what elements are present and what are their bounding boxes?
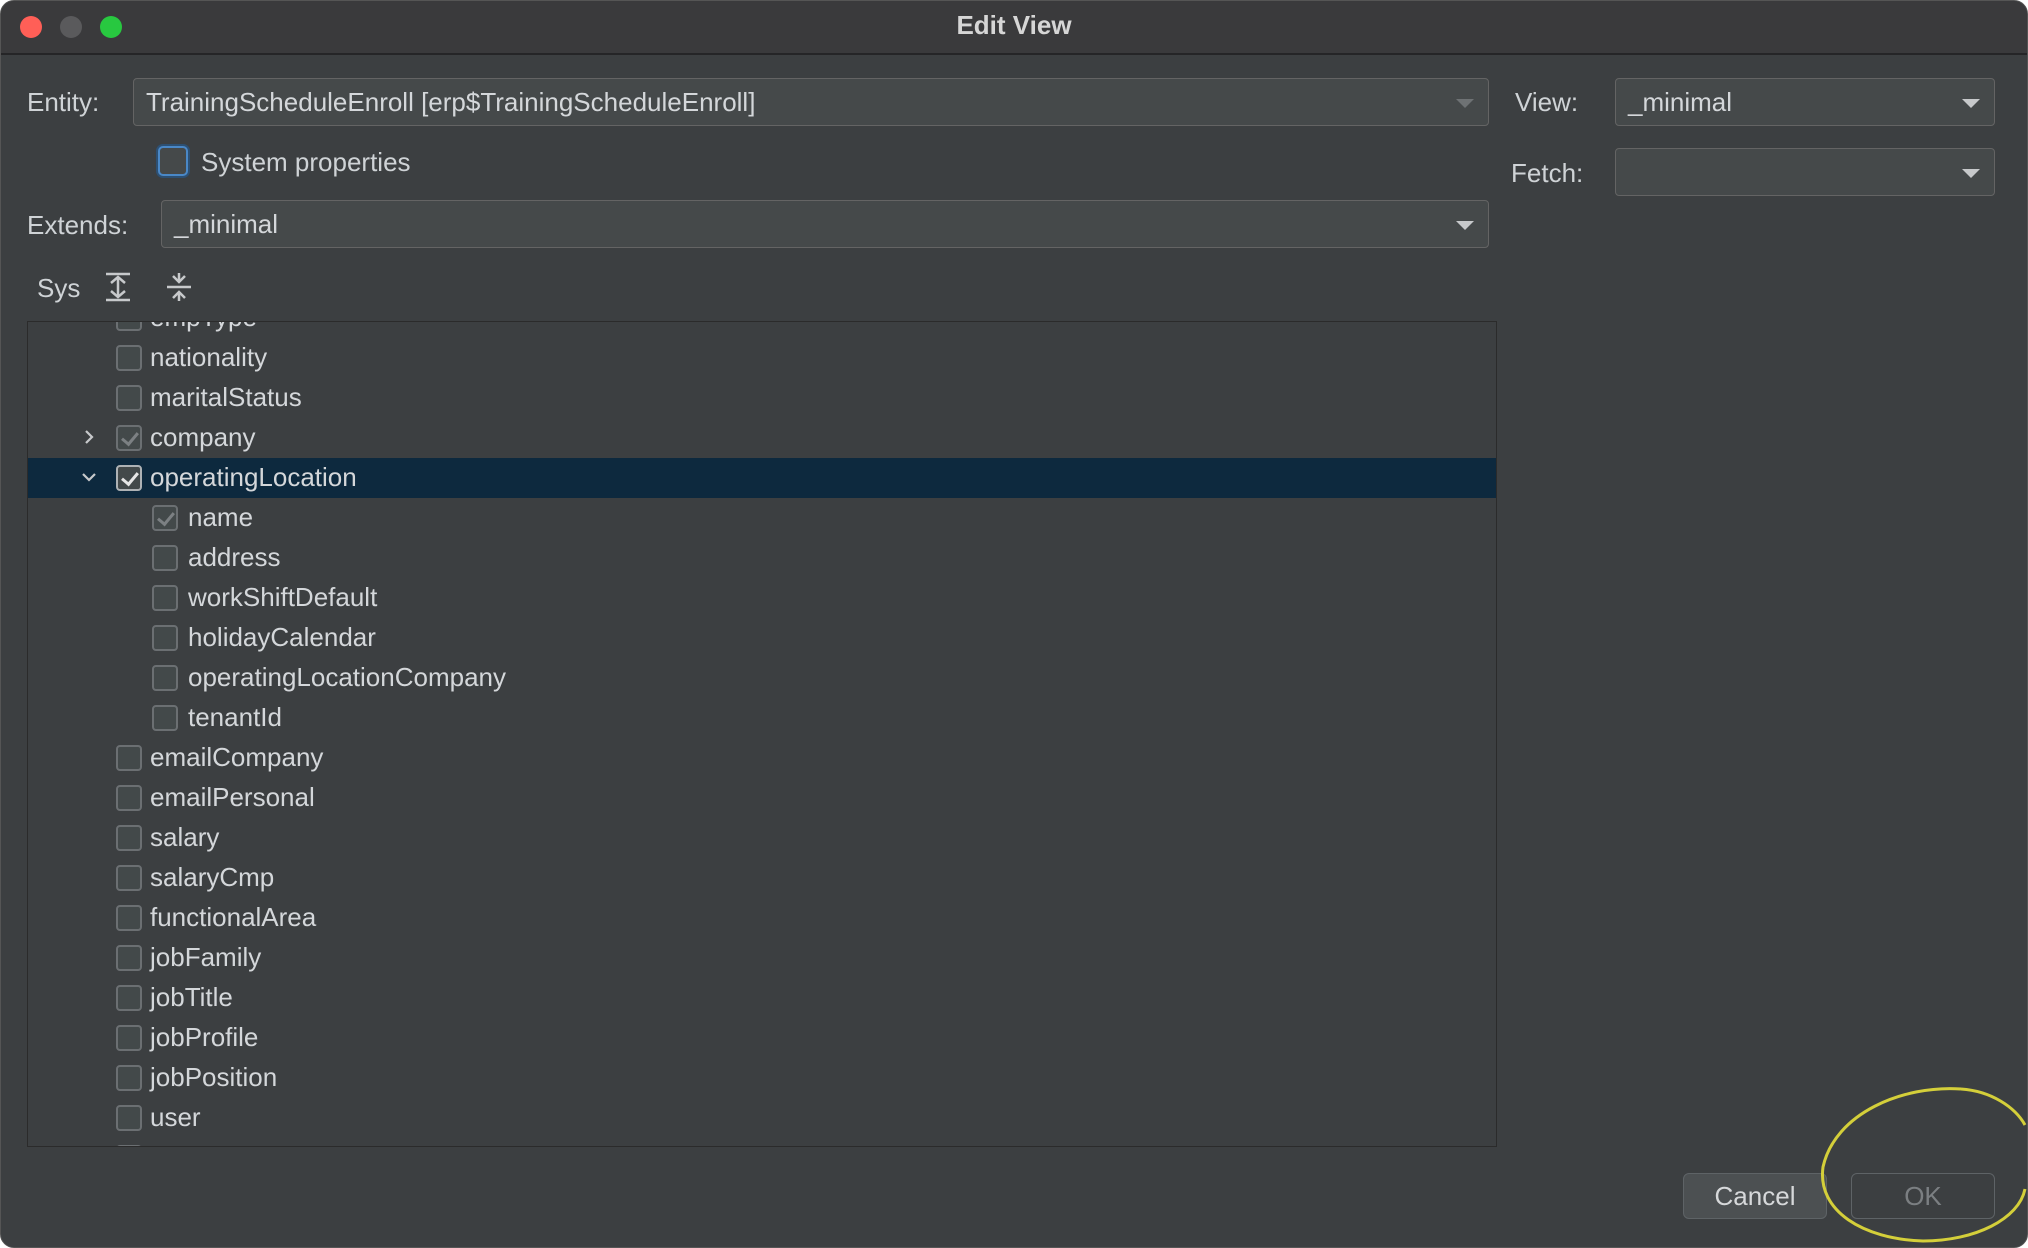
tree-row[interactable]: jobProfile xyxy=(28,1018,1496,1058)
tree-row-label: jobTitle xyxy=(150,982,233,1012)
tree-row-label: emailCompany xyxy=(150,742,324,772)
cancel-button[interactable]: Cancel xyxy=(1683,1173,1827,1219)
tree-checkbox[interactable] xyxy=(152,505,178,531)
tree-checkbox[interactable] xyxy=(116,785,142,811)
tree-row-label: address xyxy=(188,542,281,572)
entity-value: TrainingScheduleEnroll [erp$TrainingSche… xyxy=(146,87,756,117)
tree-row-label: salary xyxy=(150,822,220,852)
entity-label: Entity: xyxy=(27,87,100,117)
fetch-label: Fetch: xyxy=(1511,158,1584,188)
tree-checkbox[interactable] xyxy=(152,665,178,691)
system-properties-checkbox[interactable] xyxy=(158,146,188,176)
tree-row[interactable]: operatingLocationCompany xyxy=(28,658,1496,698)
tree-row-label: operatingLocationCompany xyxy=(188,662,506,692)
tree-checkbox[interactable] xyxy=(152,705,178,731)
title-bar: Edit View xyxy=(1,1,2027,55)
tree-row-label: salaryCmp xyxy=(150,862,275,892)
attribute-tree[interactable]: empType nationality maritalStatus company o… xyxy=(27,321,1497,1147)
tree-row-partial[interactable] xyxy=(28,1138,1496,1146)
tree-checkbox[interactable] xyxy=(116,825,142,851)
sys-toggle[interactable]: Sys xyxy=(37,273,80,304)
tree-row[interactable]: emailPersonal xyxy=(28,778,1496,818)
dialog-title: Edit View xyxy=(956,10,1072,40)
tree-checkbox[interactable] xyxy=(116,1145,142,1146)
extends-value: _minimal xyxy=(174,209,279,239)
collapse-all-icon[interactable] xyxy=(164,271,194,303)
tree-row[interactable]: tenantId xyxy=(28,698,1496,738)
system-properties-label: System properties xyxy=(201,147,411,177)
tree-row[interactable]: jobFamily xyxy=(28,938,1496,978)
tree-checkbox[interactable] xyxy=(116,1025,142,1051)
tree-row-label: maritalStatus xyxy=(150,382,302,412)
tree-checkbox[interactable] xyxy=(116,1065,142,1091)
view-value: _minimal xyxy=(1628,87,1733,117)
tree-row[interactable]: nationality xyxy=(28,338,1496,378)
tree-checkbox[interactable] xyxy=(116,345,142,371)
chevron-right-icon[interactable] xyxy=(80,428,98,446)
tree-row-label: company xyxy=(150,422,256,452)
view-combo[interactable]: _minimal xyxy=(1615,78,1995,126)
tree-row[interactable]: company xyxy=(28,418,1496,458)
tree-row-label: nationality xyxy=(150,342,268,372)
tree-row[interactable]: jobPosition xyxy=(28,1058,1496,1098)
tree-checkbox[interactable] xyxy=(116,745,142,771)
chevron-down-icon xyxy=(1962,99,1980,108)
tree-row-label: workShiftDefault xyxy=(188,582,378,612)
tree-checkbox[interactable] xyxy=(116,465,142,491)
tree-row[interactable]: salaryCmp xyxy=(28,858,1496,898)
tree-row[interactable]: operatingLocation xyxy=(28,458,1496,498)
view-label: View: xyxy=(1515,87,1579,117)
tree-checkbox[interactable] xyxy=(116,905,142,931)
expand-all-icon[interactable] xyxy=(103,271,133,303)
tree-row-label: name xyxy=(188,502,254,532)
tree-checkbox[interactable] xyxy=(116,865,142,891)
tree-row[interactable]: user xyxy=(28,1098,1496,1138)
tree-checkbox[interactable] xyxy=(152,545,178,571)
tree-checkbox[interactable] xyxy=(116,945,142,971)
tree-checkbox[interactable] xyxy=(116,985,142,1011)
tree-row-label: operatingLocation xyxy=(150,462,357,492)
chevron-down-icon xyxy=(1456,99,1474,108)
tree-row-label: user xyxy=(150,1102,201,1132)
tree-row-label: jobProfile xyxy=(150,1022,259,1052)
chevron-down-icon xyxy=(1962,169,1980,178)
tree-row-label: tenantId xyxy=(188,702,282,732)
tree-row[interactable]: emailCompany xyxy=(28,738,1496,778)
tree-row-label: functionalArea xyxy=(150,902,317,932)
tree-checkbox[interactable] xyxy=(116,1105,142,1131)
tree-checkbox[interactable] xyxy=(116,425,142,451)
tree-checkbox[interactable] xyxy=(152,585,178,611)
tree-row[interactable]: holidayCalendar xyxy=(28,618,1496,658)
tree-row-label: empType xyxy=(150,322,257,333)
tree-row-label: holidayCalendar xyxy=(188,622,376,652)
tree-checkbox[interactable] xyxy=(116,322,142,331)
tree-row[interactable]: address xyxy=(28,538,1496,578)
tree-checkbox[interactable] xyxy=(152,625,178,651)
tree-row[interactable]: workShiftDefault xyxy=(28,578,1496,618)
tree-row[interactable]: name xyxy=(28,498,1496,538)
tree-row[interactable]: functionalArea xyxy=(28,898,1496,938)
highlight-circle-annotation xyxy=(1821,1087,2027,1243)
entity-combo[interactable]: TrainingScheduleEnroll [erp$TrainingSche… xyxy=(133,78,1489,126)
extends-combo[interactable]: _minimal xyxy=(161,200,1489,248)
tree-row[interactable]: jobTitle xyxy=(28,978,1496,1018)
chevron-down-icon xyxy=(1456,221,1474,230)
tree-checkbox[interactable] xyxy=(116,385,142,411)
edit-view-dialog: Edit View Entity: TrainingScheduleEnroll… xyxy=(0,0,2028,1248)
tree-row-partial[interactable]: empType xyxy=(28,322,1496,338)
tree-row-label: jobPosition xyxy=(150,1062,278,1092)
tree-row[interactable]: maritalStatus xyxy=(28,378,1496,418)
chevron-down-icon[interactable] xyxy=(80,468,98,486)
tree-row[interactable]: salary xyxy=(28,818,1496,858)
tree-row-label: emailPersonal xyxy=(150,782,315,812)
fetch-combo[interactable] xyxy=(1615,148,1995,196)
tree-row-label: jobFamily xyxy=(150,942,262,972)
extends-label: Extends: xyxy=(27,210,129,240)
